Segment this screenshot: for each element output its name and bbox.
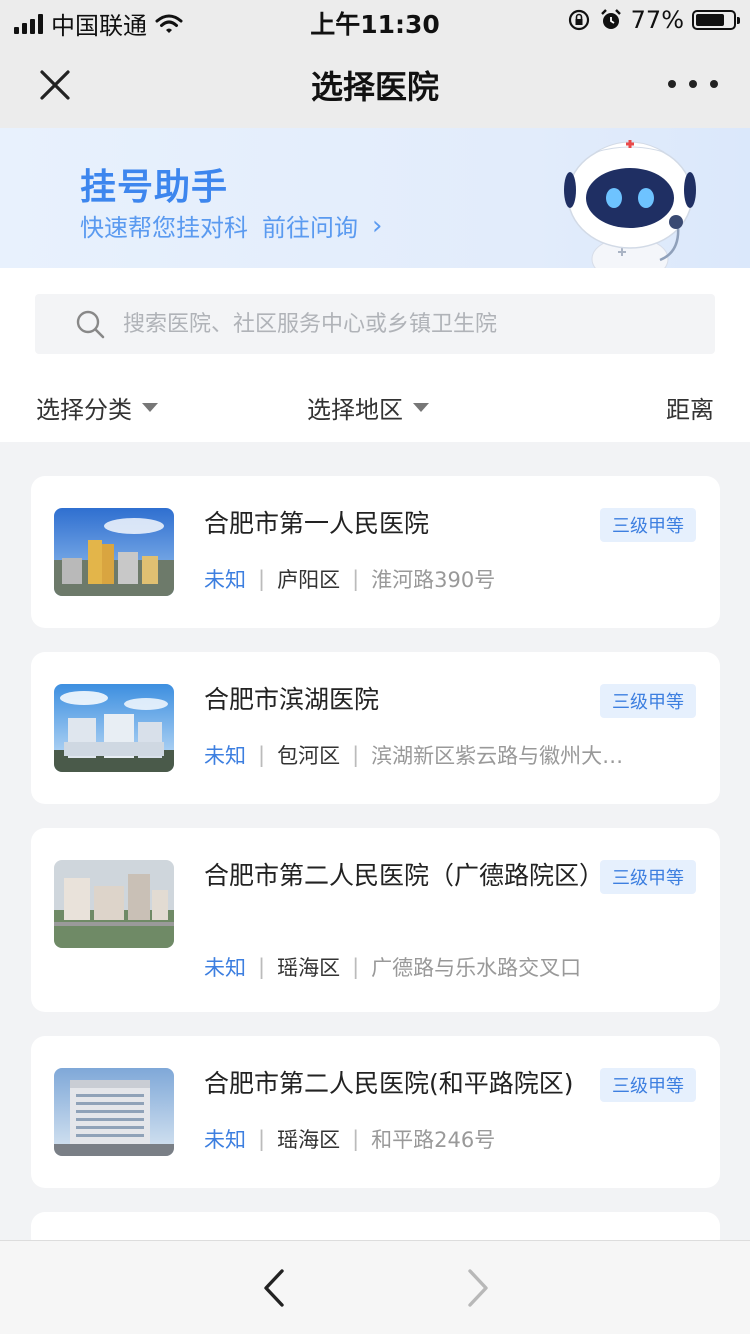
grade-badge: 三级甲等 — [600, 508, 696, 542]
assistant-banner[interactable]: 挂号助手 快速帮您挂对科 前往问询 › — [0, 128, 750, 268]
hospital-card[interactable]: 合肥市第一人民医院 三级甲等 未知 | 庐阳区 | 淮河路390号 — [31, 476, 720, 628]
status-right: 77% — [567, 6, 740, 34]
hospital-name: 合肥市第一人民医院 — [204, 509, 430, 538]
status-text: 未知 — [204, 568, 246, 592]
robot-mascot-icon — [564, 140, 696, 268]
hospital-photo — [54, 508, 174, 596]
hospital-meta: 未知 | 包河区 | 滨湖新区紫云路与徽州大… — [204, 740, 623, 770]
hospital-photo — [54, 684, 174, 772]
address-text: 广德路与乐水路交叉口 — [371, 956, 582, 980]
hospital-meta: 未知 | 瑶海区 | 广德路与乐水路交叉口 — [204, 952, 581, 982]
filter-region-label: 选择地区 — [307, 396, 403, 424]
rotation-lock-icon — [568, 9, 589, 31]
search-input[interactable] — [123, 294, 683, 354]
hospital-photo — [54, 1068, 174, 1156]
sort-distance[interactable]: 距离 — [666, 390, 714, 425]
battery-percent: 77% — [630, 6, 684, 34]
filter-region[interactable]: 选择地区 — [307, 390, 429, 425]
banner-headline: 挂号助手 — [80, 167, 229, 208]
search-section: 选择分类 选择地区 距离 — [0, 268, 750, 442]
battery-icon — [692, 10, 740, 30]
more-options-icon[interactable] — [668, 74, 718, 94]
hospital-name: 合肥市第二人民医院（广德路院区） — [204, 861, 605, 890]
alarm-icon — [600, 9, 621, 29]
back-arrow-icon[interactable] — [258, 1267, 292, 1309]
hospital-meta: 未知 | 瑶海区 | 和平路246号 — [204, 1124, 495, 1154]
hospital-meta: 未知 | 庐阳区 | 淮河路390号 — [204, 564, 495, 594]
banner-subtitle: 快速帮您挂对科 — [80, 214, 248, 242]
hospital-photo — [54, 860, 174, 948]
district-text: 瑶海区 — [277, 956, 341, 980]
chevron-right-icon: › — [372, 210, 383, 241]
grade-badge: 三级甲等 — [600, 1068, 696, 1102]
search-box[interactable] — [35, 294, 715, 354]
address-text: 淮河路390号 — [371, 568, 496, 592]
search-icon — [76, 310, 105, 339]
sort-distance-label: 距离 — [666, 396, 714, 424]
status-text: 未知 — [204, 744, 246, 768]
forward-arrow-icon[interactable] — [460, 1267, 494, 1309]
hospital-card[interactable]: 合肥市滨湖医院 三级甲等 未知 | 包河区 | 滨湖新区紫云路与徽州大… — [31, 652, 720, 804]
browser-nav-bar — [0, 1240, 750, 1334]
address-text: 和平路246号 — [371, 1128, 496, 1152]
status-text: 未知 — [204, 956, 246, 980]
status-bar: 中国联通 上午11:30 77% — [0, 0, 750, 40]
filter-category[interactable]: 选择分类 — [36, 390, 158, 425]
grade-badge: 三级甲等 — [600, 860, 696, 894]
hospital-name: 合肥市滨湖医院 — [204, 685, 380, 714]
hospital-card[interactable]: 合肥市第二人民医院(和平路院区) 三级甲等 未知 | 瑶海区 | 和平路246号 — [31, 1036, 720, 1188]
hospital-card[interactable]: 合肥市第二人民医院（广德路院区） 三级甲等 未知 | 瑶海区 | 广德路与乐水路… — [31, 828, 720, 1012]
grade-badge: 三级甲等 — [600, 684, 696, 718]
nav-bar: 选择医院 — [0, 40, 750, 128]
status-text: 未知 — [204, 1128, 246, 1152]
district-text: 包河区 — [277, 744, 341, 768]
caret-down-icon — [413, 403, 429, 412]
banner-subtitle-row: 快速帮您挂对科 前往问询 › — [80, 208, 382, 243]
banner-link[interactable]: 前往问询 — [262, 208, 358, 243]
battery-fill — [696, 14, 724, 26]
address-text: 滨湖新区紫云路与徽州大… — [371, 744, 624, 768]
caret-down-icon — [142, 403, 158, 412]
district-text: 瑶海区 — [277, 1128, 341, 1152]
filter-category-label: 选择分类 — [36, 396, 132, 424]
district-text: 庐阳区 — [277, 568, 341, 592]
hospital-name: 合肥市第二人民医院(和平路院区) — [204, 1069, 574, 1098]
page-title: 选择医院 — [310, 68, 439, 106]
